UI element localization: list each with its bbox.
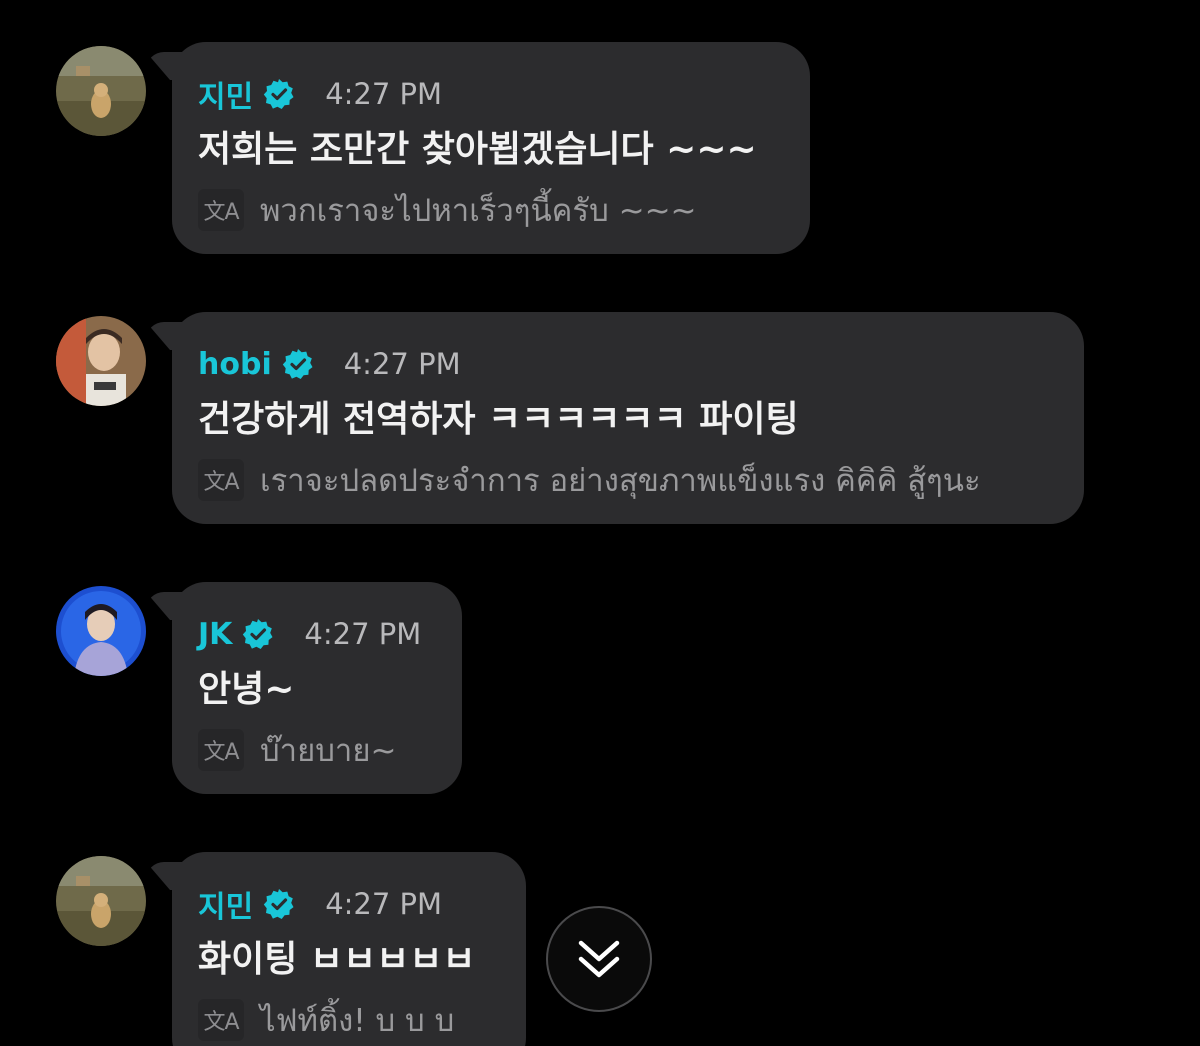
message-bubble[interactable]: hobi 4:27 PM 건강하게 전역하자 ㅋㅋㅋㅋㅋㅋ 파이팅 文A เรา… [172,312,1084,524]
message-text: 화이팅 ㅂㅂㅂㅂㅂ [198,939,476,980]
verified-badge-icon [264,79,294,109]
message-time: 4:27 PM [304,617,422,651]
translation-text: บ๊ายบาย~ [260,733,397,769]
message-bubble[interactable]: 지민 4:27 PM 저희는 조만간 찾아뵙겠습니다 ~~~ 文A พวกเรา… [172,42,810,254]
translate-icon[interactable]: 文A [198,999,244,1041]
message-header: hobi 4:27 PM [198,342,1056,386]
message-header: JK 4:27 PM [198,612,434,656]
message-time: 4:27 PM [343,347,461,381]
avatar-hobi-image [56,316,146,406]
avatar-dog-image [56,46,146,136]
translate-icon[interactable]: 文A [198,459,244,501]
translation-text: พวกเราจะไปหาเร็วๆนี้ครับ ~~~ [260,193,697,229]
message-text: 건강하게 전역하자 ㅋㅋㅋㅋㅋㅋ 파이팅 [198,399,799,440]
sender-name[interactable]: 지민 [198,882,253,926]
message-text: 안녕~ [198,669,295,710]
message-time: 4:27 PM [325,77,443,111]
double-chevron-down-icon [578,940,620,978]
verified-badge-icon [243,619,273,649]
chat-view: 지민 4:27 PM 저희는 조만간 찾아뵙겠습니다 ~~~ 文A พวกเรา… [0,0,1200,1046]
message-bubble[interactable]: 지민 4:27 PM 화이팅 ㅂㅂㅂㅂㅂ 文A ไฟท์ติ้ง! บ บ บ [172,852,526,1046]
sender-name[interactable]: 지민 [198,72,253,116]
translation-text: เราจะปลดประจำการ อย่างสุขภาพแข็งแรง คิคิ… [260,463,981,499]
message-header: 지민 4:27 PM [198,882,498,926]
message-header: 지민 4:27 PM [198,72,782,116]
translation-row: 文A เราจะปลดประจำการ อย่างสุขภาพแข็งแรง ค… [198,456,1056,504]
verified-badge-icon [282,349,313,379]
translation-text: ไฟท์ติ้ง! บ บ บ [260,1003,455,1039]
verified-badge-icon [264,889,294,919]
sender-name[interactable]: JK [198,617,232,652]
sender-avatar[interactable] [56,46,146,136]
sender-name[interactable]: hobi [198,347,272,382]
scroll-to-bottom-button[interactable] [546,906,652,1012]
translate-icon[interactable]: 文A [198,189,244,231]
sender-avatar[interactable] [56,586,146,676]
translation-row: 文A บ๊ายบาย~ [198,726,434,774]
avatar-dog-image [56,856,146,946]
sender-avatar[interactable] [56,316,146,406]
message-bubble[interactable]: JK 4:27 PM 안녕~ 文A บ๊ายบาย~ [172,582,462,794]
translate-icon[interactable]: 文A [198,729,244,771]
translation-row: 文A พวกเราจะไปหาเร็วๆนี้ครับ ~~~ [198,186,782,234]
sender-avatar[interactable] [56,856,146,946]
message-text: 저희는 조만간 찾아뵙겠습니다 ~~~ [198,129,757,170]
message-time: 4:27 PM [325,887,443,921]
translation-row: 文A ไฟท์ติ้ง! บ บ บ [198,996,498,1044]
avatar-jk-image [56,586,146,676]
